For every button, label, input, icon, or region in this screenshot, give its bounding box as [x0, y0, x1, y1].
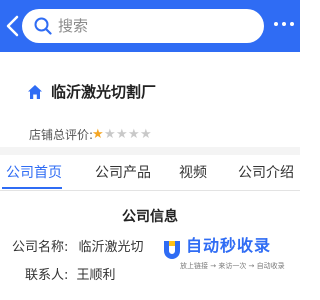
tab-about[interactable]: 公司介绍 [238, 163, 294, 183]
more-button[interactable] [272, 22, 298, 30]
tab-products[interactable]: 公司产品 [95, 163, 151, 183]
top-bar: 搜索 [0, 0, 300, 52]
active-tab-indicator [2, 187, 62, 189]
rating-label: 店铺总评价: [29, 128, 94, 142]
search-icon [34, 17, 52, 35]
star-empty-icon: ★ [128, 127, 140, 142]
contact-row: 联系人: 王顺利 [25, 266, 116, 286]
shop-name: 临沂激光切割厂 [51, 83, 157, 101]
watermark: 自动秒收录 放上链接 → 来访一次 → 自动收录 [160, 233, 300, 275]
company-info-title: 公司信息 [122, 209, 178, 225]
search-placeholder: 搜索 [58, 17, 89, 35]
tab-video[interactable]: 视频 [179, 163, 207, 183]
search-input[interactable]: 搜索 [22, 9, 264, 43]
star-filled-icon: ★ [92, 127, 104, 142]
tab-bar: 公司首页 公司产品 视频 公司介绍 [0, 155, 300, 191]
company-name-value: 临沂激光切 [78, 240, 144, 255]
back-arrow-icon [6, 15, 19, 37]
star-empty-icon: ★ [116, 127, 128, 142]
company-name-label: 公司名称: [12, 240, 69, 255]
more-dot-icon [282, 22, 286, 26]
shop-header: 临沂激光切割厂 店铺总评价: ★ ★ ★ ★ ★ [0, 52, 300, 147]
back-button[interactable] [4, 14, 22, 38]
home-icon [28, 85, 42, 99]
watermark-subtitle: 放上链接 → 来访一次 → 自动收录 [180, 262, 285, 270]
more-dot-icon [290, 22, 294, 26]
star-empty-icon: ★ [140, 127, 152, 142]
watermark-title: 自动秒收录 [186, 236, 272, 255]
contact-label: 联系人: [25, 268, 69, 283]
contact-value: 王顺利 [76, 268, 116, 283]
more-dot-icon [274, 22, 278, 26]
company-name-row: 公司名称: 临沂激光切 [12, 238, 144, 258]
watermark-logo-icon [164, 241, 180, 259]
section-divider [0, 147, 300, 155]
star-empty-icon: ★ [104, 127, 116, 142]
tab-home[interactable]: 公司首页 [6, 163, 62, 183]
